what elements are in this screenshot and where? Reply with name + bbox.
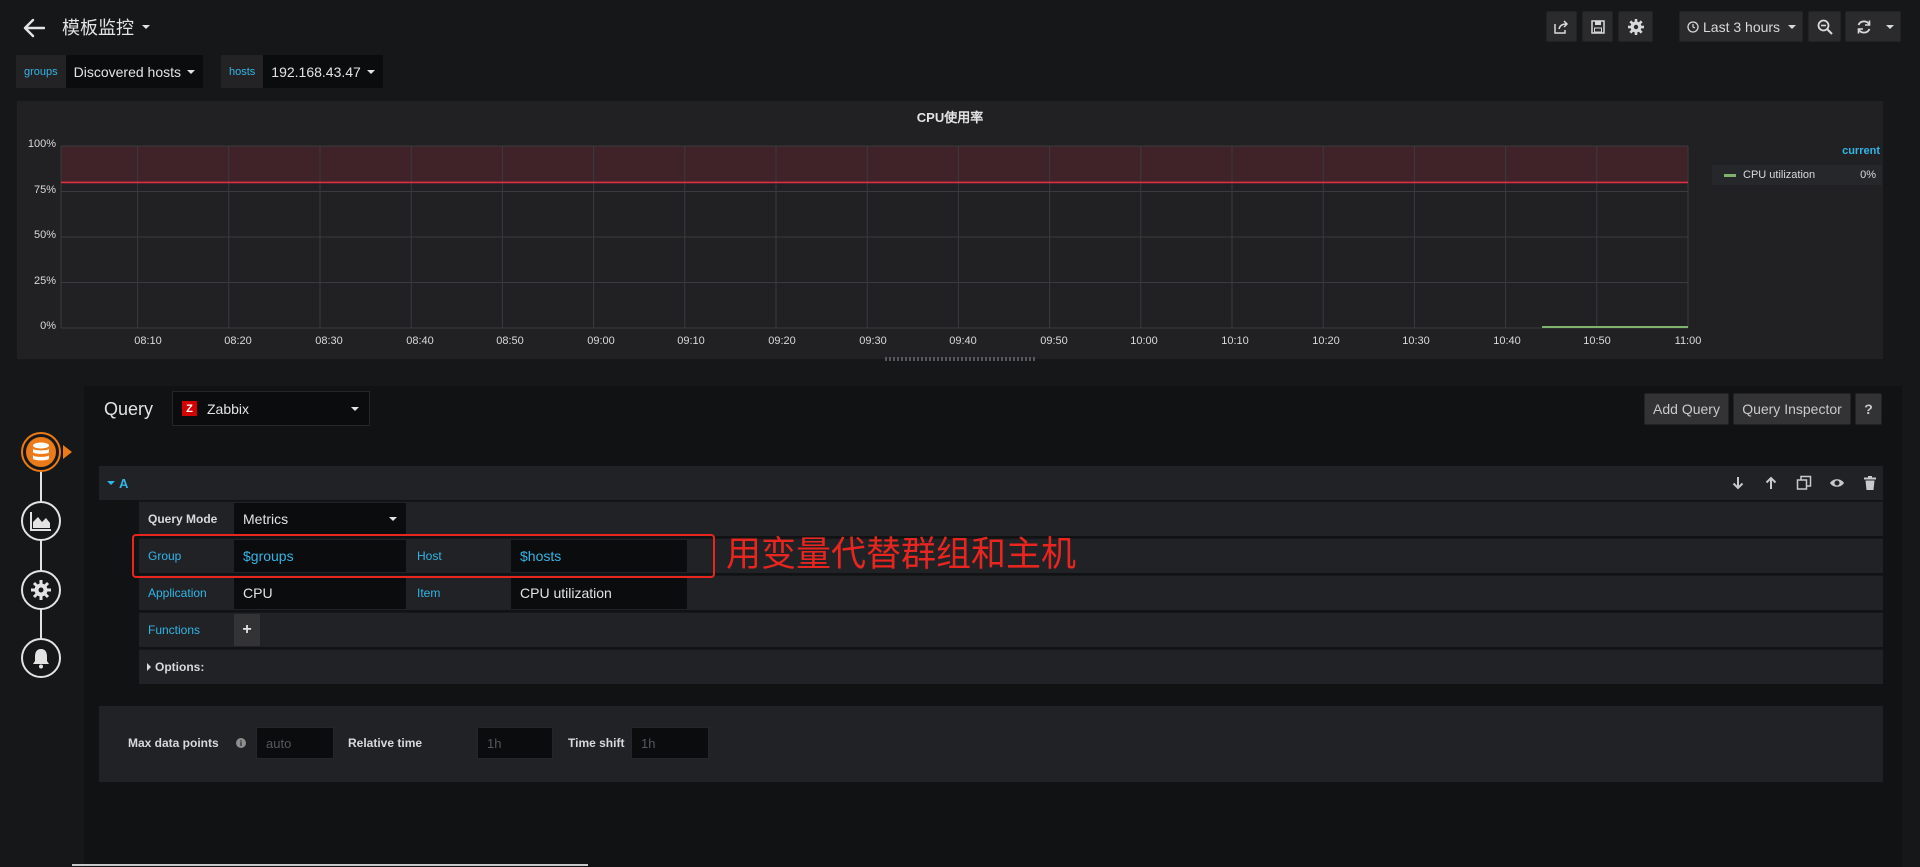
query-mode-label: Query Mode (139, 503, 232, 535)
legend-item[interactable]: CPU utilization 0% (1712, 165, 1882, 185)
x-tick-label: 09:10 (677, 335, 705, 347)
legend-header-current[interactable]: current (1800, 145, 1880, 157)
application-label: Application (139, 577, 232, 609)
x-tick-label: 09:00 (587, 335, 615, 347)
item-label: Item (408, 577, 500, 609)
item-input[interactable]: CPU utilization (511, 577, 687, 609)
annotation-text: 用变量代替群组和主机 (726, 535, 1077, 574)
alert-tab[interactable] (21, 638, 61, 678)
options-label: Options: (155, 660, 205, 674)
queries-tab[interactable] (21, 432, 61, 472)
x-tick-label: 10:50 (1583, 335, 1611, 347)
query-section-title: Query (104, 399, 154, 419)
max-data-points-text: Max data points (128, 736, 219, 750)
query-ref-id[interactable]: A (119, 476, 128, 491)
x-tick-label: 08:40 (406, 335, 434, 347)
collapse-icon[interactable] (107, 481, 115, 485)
threshold-region (61, 146, 1688, 183)
query-mode-select[interactable]: Metrics (234, 503, 406, 535)
x-tick-label: 10:20 (1312, 335, 1340, 347)
application-item-row: Application CPU Item CPU utilization (139, 575, 1883, 610)
active-tab-pointer (63, 445, 72, 459)
query-mode-row: Query Mode Metrics (139, 501, 1883, 536)
visualization-tab[interactable] (21, 501, 61, 541)
x-tick-label: 10:40 (1493, 335, 1521, 347)
time-shift-label: Time shift (559, 727, 629, 759)
panel-resize-handle[interactable] (885, 357, 1035, 361)
chart-area-icon (30, 512, 51, 531)
general-tab[interactable] (21, 570, 61, 610)
query-row-header[interactable]: A (99, 466, 1883, 500)
relative-time-label: Relative time (339, 727, 475, 759)
database-icon (33, 442, 49, 461)
max-data-points-label: Max data points i (119, 727, 254, 759)
functions-row: Functions + (139, 612, 1883, 647)
datasource-picker[interactable]: Z Zabbix (172, 391, 370, 426)
options-toggle[interactable]: Options: (139, 651, 339, 683)
add-function-button[interactable]: + (234, 614, 260, 646)
x-tick-label: 08:10 (134, 335, 162, 347)
x-tick-label: 09:40 (949, 335, 977, 347)
move-up-icon[interactable] (1763, 475, 1779, 491)
x-tick-label: 08:50 (496, 335, 524, 347)
max-data-points-input[interactable]: auto (256, 727, 334, 759)
gear-wrench-icon (31, 580, 51, 600)
x-tick-label: 09:50 (1040, 335, 1068, 347)
bottom-divider (72, 864, 588, 866)
caret-right-icon (147, 663, 151, 671)
zabbix-logo-icon: Z (182, 401, 197, 416)
trash-icon[interactable] (1862, 475, 1878, 491)
relative-time-input[interactable]: 1h (477, 727, 553, 759)
help-button[interactable]: ? (1855, 393, 1882, 425)
x-tick-label: 09:30 (859, 335, 887, 347)
x-tick-label: 10:00 (1130, 335, 1158, 347)
x-tick-label: 11:00 (1674, 335, 1702, 347)
x-tick-label: 08:30 (315, 335, 343, 347)
eye-icon[interactable] (1829, 475, 1845, 491)
legend-series-value: 0% (1860, 169, 1876, 181)
functions-label: Functions (139, 614, 232, 646)
x-tick-label: 09:20 (768, 335, 796, 347)
y-tick-label: 75% (33, 184, 56, 196)
x-tick-label: 10:30 (1402, 335, 1430, 347)
options-row[interactable]: Options: (139, 649, 1883, 684)
y-tick-label: 0% (40, 320, 56, 332)
query-mode-value: Metrics (243, 511, 289, 527)
y-tick-label: 50% (33, 229, 56, 241)
add-query-button[interactable]: Add Query (1644, 393, 1729, 425)
application-input[interactable]: CPU (234, 577, 406, 609)
legend-series-swatch (1724, 173, 1736, 177)
move-down-icon[interactable] (1730, 475, 1746, 491)
time-shift-input[interactable]: 1h (631, 727, 709, 759)
y-tick-label: 25% (33, 275, 56, 287)
annotation-highlight-box (132, 534, 715, 578)
bell-icon (33, 649, 49, 669)
chevron-down-icon (351, 406, 359, 411)
query-inspector-button[interactable]: Query Inspector (1733, 393, 1851, 425)
x-tick-label: 10:10 (1221, 335, 1249, 347)
legend-series-name: CPU utilization (1743, 169, 1816, 181)
y-tick-label: 100% (27, 138, 56, 150)
info-icon[interactable]: i (236, 738, 246, 748)
x-tick-label: 08:20 (224, 335, 252, 347)
datasource-name: Zabbix (207, 400, 250, 417)
duplicate-icon[interactable] (1796, 475, 1812, 491)
chevron-down-icon (389, 517, 397, 521)
